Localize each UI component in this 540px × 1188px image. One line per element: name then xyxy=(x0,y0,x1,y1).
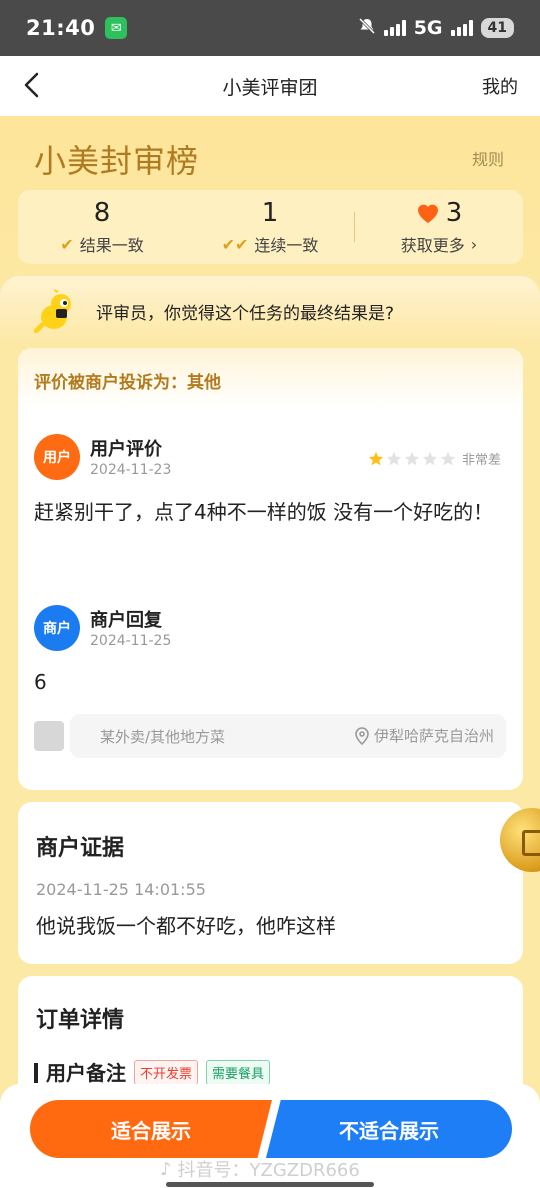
question-bar: 评审员，你觉得这个任务的最终结果是? xyxy=(0,276,540,346)
heart-icon xyxy=(417,204,438,223)
merchant-reply-text: 6 xyxy=(34,670,47,694)
get-more-link[interactable]: 获取更多 › xyxy=(401,232,477,256)
order-title: 订单详情 xyxy=(36,1008,125,1033)
star-icon-empty xyxy=(440,451,456,465)
check-icon: ✔ xyxy=(60,234,74,254)
tag-need-cutlery: 需要餐具 xyxy=(206,1060,271,1085)
complaint-reason: 评价被商户投诉为：其他 xyxy=(34,373,221,393)
status-time: 21:40 xyxy=(26,16,96,40)
star-icon-filled xyxy=(368,451,384,465)
stat-value: 3 xyxy=(445,198,463,228)
unsuitable-button[interactable]: 不适合展示 xyxy=(266,1100,512,1158)
wechat-icon: ✉ xyxy=(105,17,128,39)
remark-row: 用户备注 不开发票 需要餐具 xyxy=(34,1060,271,1085)
remark-label: 用户备注 xyxy=(34,1062,126,1083)
network-label: 5G xyxy=(413,17,443,39)
tag-no-invoice: 不开发票 xyxy=(134,1060,199,1085)
shop-location: 伊犁哈萨克自治州 xyxy=(354,725,494,746)
question-text: 评审员，你觉得这个任务的最终结果是? xyxy=(96,303,395,324)
signal-icon-2 xyxy=(450,20,473,36)
evidence-card: 商户证据 2024-11-25 14:01:55 他说我饭一个都不好吃，他咋这样 xyxy=(18,802,523,964)
suitable-button[interactable]: 适合展示 xyxy=(30,1100,272,1158)
star-icon-empty xyxy=(404,451,420,465)
shop-category: 某外卖/其他地方菜 xyxy=(100,728,226,746)
user-review-date: 2024-11-23 xyxy=(90,462,172,478)
complaint-header: 评价被商户投诉为：其他 xyxy=(18,348,523,408)
kangaroo-mascot-icon xyxy=(33,289,78,334)
shop-info-pill: 某外卖/其他地方菜 伊犁哈萨克自治州 xyxy=(70,714,506,758)
merchant-reply-date: 2024-11-25 xyxy=(90,633,172,649)
brand-title: 小美封审榜 xyxy=(34,142,200,180)
back-arrow-icon[interactable] xyxy=(18,70,48,100)
douyin-icon: ♪ xyxy=(160,1158,172,1180)
page-title: 小美评审团 xyxy=(222,76,318,99)
watermark: ♪ 抖音号：YZGZDR666 xyxy=(160,1156,360,1182)
stat-label: 连续一致 xyxy=(254,236,319,255)
mine-link[interactable]: 我的 xyxy=(482,73,518,99)
stat-label-row: ✔✔ 连续一致 xyxy=(222,232,319,256)
merchant-avatar: 商户 xyxy=(34,605,80,651)
user-review-title: 用户评价 xyxy=(90,439,162,460)
chevron-right-icon: › xyxy=(470,234,478,254)
star-icon-empty xyxy=(386,451,402,465)
battery-indicator: 41 xyxy=(480,18,514,38)
home-indicator xyxy=(166,1182,374,1187)
evidence-time: 2024-11-25 14:01:55 xyxy=(36,880,206,899)
nav-bar: 小美评审团 我的 xyxy=(0,56,540,116)
evidence-title: 商户证据 xyxy=(36,836,125,861)
mute-icon xyxy=(358,17,376,40)
location-text: 伊犁哈萨克自治州 xyxy=(373,727,494,745)
merchant-reply-title: 商户回复 xyxy=(90,610,162,631)
stat-label-row: ✔ 结果一致 xyxy=(60,232,143,256)
stat-streak: 1 ✔✔ 连续一致 xyxy=(186,198,354,256)
shop-info-row: 某外卖/其他地方菜 伊犁哈萨克自治州 xyxy=(34,714,506,758)
location-pin-icon xyxy=(355,726,369,745)
star-icon-empty xyxy=(422,451,438,465)
stat-get-more[interactable]: 3 获取更多 › xyxy=(355,198,523,256)
user-avatar: 用户 xyxy=(34,434,80,480)
status-right: 5G 41 xyxy=(358,17,514,40)
stats-panel: 8 ✔ 结果一致 1 ✔✔ 连续一致 3 获取更多 › xyxy=(18,190,523,264)
shop-thumbnail xyxy=(34,721,64,751)
rating-label: 非常差 xyxy=(461,453,501,468)
stat-value: 8 xyxy=(93,198,111,228)
stat-label: 结果一致 xyxy=(79,236,144,255)
stat-label: 获取更多 xyxy=(400,236,465,255)
rules-link[interactable]: 规则 xyxy=(472,146,504,170)
hearts-count-row: 3 xyxy=(416,198,463,228)
stat-consistent-results: 8 ✔ 结果一致 xyxy=(18,198,186,256)
star-rating: 非常差 xyxy=(368,449,501,468)
evidence-text: 他说我饭一个都不好吃，他咋这样 xyxy=(36,914,336,938)
double-check-icon: ✔✔ xyxy=(221,234,249,254)
review-card: 评价被商户投诉为：其他 用户 用户评价 2024-11-23 非常差 赶紧别干了… xyxy=(18,348,523,790)
status-bar: 21:40 ✉ 5G 41 xyxy=(0,0,540,56)
watermark-text: 抖音号：YZGZDR666 xyxy=(177,1160,360,1181)
signal-icon xyxy=(383,20,406,36)
stat-value: 1 xyxy=(261,198,279,228)
user-review-text: 赶紧别干了，点了4种不一样的饭 没有一个好吃的！ xyxy=(34,500,494,524)
